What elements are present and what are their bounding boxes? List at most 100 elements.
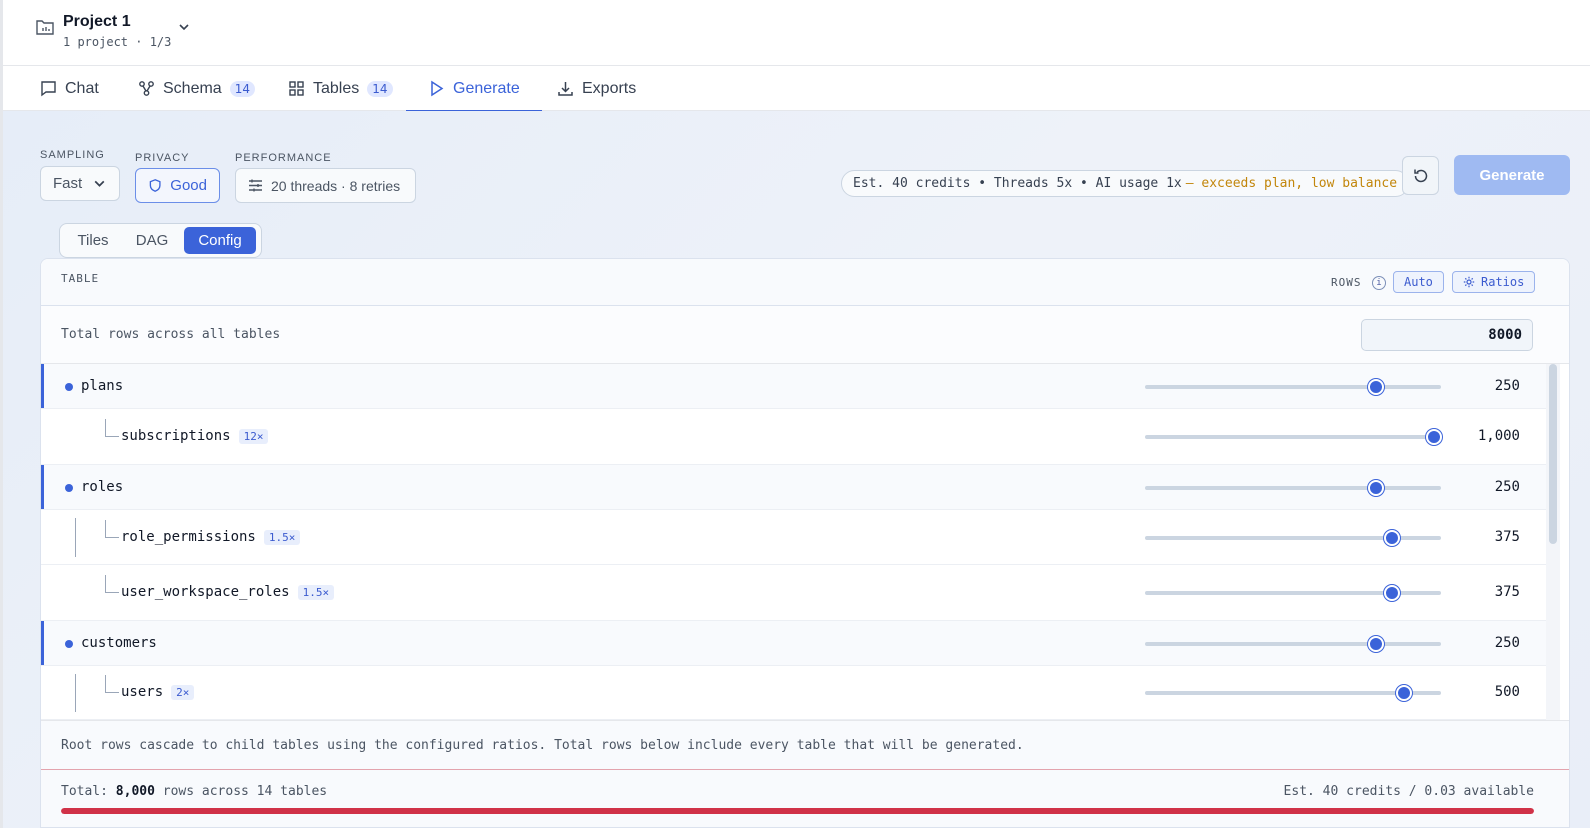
total-rows-count: 8,000 [115,784,155,799]
row-slider-track[interactable] [1145,642,1441,646]
ratio-badge: 1.5× [263,530,301,545]
table-name: plans [81,378,123,394]
row-count: 500 [1494,684,1520,700]
totals-footer: Total: 8,000 rows across 14 tables Est. … [41,770,1569,827]
rows-column-header: ROWS [1331,276,1362,289]
scrollbar-thumb[interactable] [1549,364,1557,544]
row-slider-track[interactable] [1145,486,1441,490]
row-slider-thumb[interactable] [1367,480,1384,496]
tab-schema-label: Schema [163,79,222,97]
row-count: 250 [1494,378,1520,394]
table-row: roles 250 [41,465,1546,510]
row-slider-thumb[interactable] [1367,379,1384,395]
generate-button[interactable]: Generate [1454,155,1570,195]
cascade-note-text: Root rows cascade to child tables using … [61,738,1024,753]
tree-elbow-line [105,520,119,538]
grid-icon [289,81,304,96]
row-count: 250 [1494,479,1520,495]
total-summary: Total: 8,000 rows across 14 tables [61,784,327,799]
table-name-text: role_permissions [121,529,256,545]
generate-view: SAMPLING Fast PRIVACY Good PERFORMANCE 2… [0,111,1590,828]
credits-summary: Est. 40 credits / 0.03 available [1283,784,1534,799]
project-name[interactable]: Project 1 [63,13,131,31]
table-row: plans 250 [41,364,1546,409]
ratios-label: Ratios [1481,275,1525,289]
tree-elbow-line [105,575,119,593]
tables-count-badge: 14 [367,80,393,97]
view-config[interactable]: Config [184,227,256,254]
view-tiles[interactable]: Tiles [64,227,122,254]
table-name-text: subscriptions [121,428,231,444]
table-row: customers 250 [41,621,1546,666]
shield-icon [149,179,161,192]
row-count: 1,000 [1477,428,1520,444]
chevron-down-icon [94,180,105,187]
gear-icon [1463,276,1475,288]
privacy-button[interactable]: Good [135,168,220,203]
table-name: customers [81,635,157,651]
privacy-value: Good [170,177,207,194]
row-slider-track[interactable] [1145,435,1441,439]
table-name: user_workspace_roles 1.5× [121,584,335,600]
tab-tables[interactable]: Tables 14 [288,66,393,111]
tab-chat[interactable]: Chat [40,66,99,111]
download-icon [558,82,573,96]
tab-schema[interactable]: Schema 14 [138,66,255,111]
estimate-pill: Est. 40 credits • Threads 5x • AI usage … [841,170,1410,197]
ratio-badge: 1.5× [297,585,335,600]
reset-icon [1413,169,1427,182]
table-name-text: user_workspace_roles [121,584,290,600]
reset-button[interactable] [1402,156,1439,195]
total-suffix: rows across 14 tables [154,784,328,799]
auto-button[interactable]: Auto [1393,271,1444,293]
credit-usage-bar [61,808,1534,814]
auto-label: Auto [1404,275,1433,289]
estimate-text: Est. 40 credits • Threads 5x • AI usage … [853,176,1182,191]
row-slider-thumb[interactable] [1384,530,1401,546]
tab-exports-label: Exports [582,79,637,97]
performance-button[interactable]: 20 threads · 8 retries [235,168,416,203]
row-count: 375 [1494,584,1520,600]
root-dot-icon [65,640,73,648]
row-slider-thumb[interactable] [1396,685,1412,701]
sampling-select[interactable]: Fast [40,166,120,201]
chevron-down-icon[interactable] [177,20,191,34]
table-row: users 2× 500 [41,666,1546,720]
tree-elbow-line [105,675,119,693]
total-rows-input[interactable]: 8000 [1361,319,1533,351]
tab-exports[interactable]: Exports [557,66,636,111]
ratios-button[interactable]: Ratios [1452,271,1536,293]
folder-icon [36,20,54,35]
root-dot-icon [65,383,73,391]
info-icon[interactable]: i [1372,276,1386,290]
cascade-note: Root rows cascade to child tables using … [41,720,1569,770]
table-column-header: TABLE [61,272,100,285]
table-name-text: plans [81,378,124,394]
project-header: Project 1 1 project · 1/3 [0,0,1590,66]
row-slider-thumb[interactable] [1384,585,1401,601]
table-name: role_permissions 1.5× [121,529,301,545]
config-panel: TABLE ROWS i Auto Ratios Total rows acro… [40,258,1570,828]
credit-usage-fill [61,808,1534,814]
tab-tables-label: Tables [313,79,360,97]
table-name-text: customers [81,635,157,651]
table-name: roles [81,479,123,495]
view-dag[interactable]: DAG [124,227,180,254]
row-slider-track[interactable] [1145,385,1441,389]
performance-label: PERFORMANCE [235,152,332,164]
sampling-value: Fast [53,175,83,192]
tree-guide-line [75,518,76,557]
ratio-badge: 12× [238,429,269,444]
ratio-badge: 2× [171,685,195,700]
total-rows-label: Total rows across all tables [61,327,281,342]
table-name: users 2× [121,684,195,700]
row-slider-thumb[interactable] [1367,636,1384,652]
table-row: user_workspace_roles 1.5× 375 [41,565,1546,621]
table-name-text: roles [81,479,124,495]
privacy-label: PRIVACY [135,152,190,164]
sampling-label: SAMPLING [40,149,105,161]
tree-guide-line [75,674,76,712]
row-count: 375 [1494,529,1520,545]
total-rows-row: Total rows across all tables 8000 [41,306,1569,364]
tab-generate[interactable]: Generate [406,66,542,112]
